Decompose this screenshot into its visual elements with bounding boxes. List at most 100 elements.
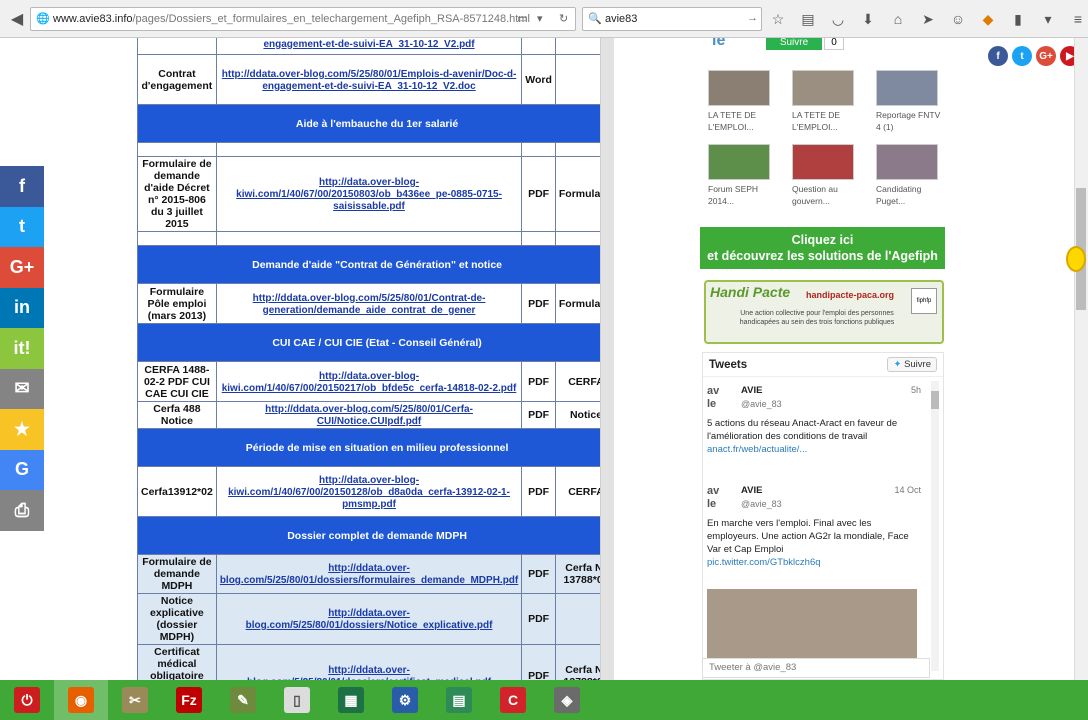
tweet-link[interactable]: pic.twitter.com/GTbklczh6q: [707, 557, 821, 568]
doc-download-link[interactable]: http://ddata.over-blog.com/5/25/80/01/Ce…: [265, 404, 473, 427]
filezilla-icon: Fz: [176, 687, 202, 713]
video-thumb[interactable]: Forum SEPH 2014...: [708, 144, 774, 207]
toolbar-icons: ☆ ▤ ◡ ⬇ ⌂ ➤ ☺ ◆ ▮ ▾ ≡: [768, 8, 1088, 30]
home-icon[interactable]: ⌂: [888, 8, 908, 30]
doc-link-cell: http://ddata.over-blog.com/5/25/80/01/do…: [215, 593, 523, 645]
taskbar-gimp[interactable]: ◈: [540, 680, 594, 720]
doc-type-cell: Formulaire: [554, 283, 600, 324]
video-thumb-caption: Forum SEPH 2014...: [708, 184, 759, 206]
video-thumb-caption: Candidating Puget...: [876, 184, 922, 206]
reader-icon[interactable]: ▭: [517, 12, 527, 25]
doc-download-link[interactable]: http://data.over-blog-kiwi.com/1/40/67/0…: [236, 177, 502, 212]
video-thumb-image: [792, 144, 854, 180]
doc-download-link[interactable]: engagement-et-de-suivi-EA_31-10-12_V2.pd…: [263, 39, 474, 50]
doc-download-link[interactable]: http://ddata.over-blog.com/5/25/80/01/Em…: [222, 69, 517, 92]
it-share-icon[interactable]: it!: [0, 328, 44, 369]
tweets-scroll-thumb[interactable]: [931, 391, 939, 409]
doc-name-cell: Formulaire de demande MDPH: [137, 554, 217, 594]
bookmark-star-icon[interactable]: ☆: [768, 8, 788, 30]
bookmarks-icon[interactable]: ▤: [798, 8, 818, 30]
tweet-compose-input[interactable]: Tweeter à @avie_83: [702, 658, 930, 678]
addon-icon[interactable]: ◆: [978, 8, 998, 30]
taskbar-firefox[interactable]: ◉: [54, 680, 108, 720]
google-plus-icon[interactable]: G+: [1036, 46, 1056, 66]
taskbar-document[interactable]: ▯: [270, 680, 324, 720]
google-plus-share-icon[interactable]: G+: [0, 247, 44, 288]
send-icon[interactable]: ➤: [918, 8, 938, 30]
video-thumb[interactable]: Candidating Puget...: [876, 144, 942, 207]
video-thumb-caption: Question au gouvern...: [792, 184, 838, 206]
table-row: Cerfa13912*02 http://data.over-blog-kiwi.…: [137, 466, 600, 517]
doc-name-cell: [137, 38, 217, 55]
taskbar-calculator[interactable]: ▤: [432, 680, 486, 720]
back-icon[interactable]: ◀: [4, 6, 30, 32]
share-bar: f t G+ in it! ✉ ★ G ⎙: [0, 166, 44, 531]
search-go-icon[interactable]: →: [747, 12, 758, 24]
email-share-icon[interactable]: ✉: [0, 368, 44, 409]
video-thumb-image: [708, 70, 770, 106]
hamburger-icon[interactable]: ≡: [1068, 8, 1088, 30]
doc-download-link[interactable]: http://ddata.over-blog.com/5/25/80/01/do…: [247, 665, 491, 680]
reload-icon[interactable]: ↻: [559, 12, 568, 25]
page-scrollbar[interactable]: [1074, 38, 1088, 680]
tweets-follow-button[interactable]: ✦ Suivre: [887, 357, 937, 372]
tweet-photo[interactable]: [707, 589, 917, 665]
facebook-share-icon[interactable]: f: [0, 166, 44, 207]
video-thumb-image: [876, 144, 938, 180]
video-thumb-caption: Reportage FNTV 4 (1): [876, 110, 941, 132]
video-thumb[interactable]: Question au gouvern...: [792, 144, 858, 207]
doc-link-cell: [215, 231, 523, 246]
social-follow-icons: f t G+ ▶ ◉: [988, 46, 1088, 66]
doc-download-link[interactable]: http://data.over-blog-kiwi.com/1/40/67/0…: [228, 475, 510, 510]
video-thumb-caption: LA TETE DE L'EMPLOI...: [708, 110, 757, 132]
tweet-body: 5 actions du réseau Anact-Aract en faveu…: [707, 417, 921, 456]
url-host: www.avie83.info: [53, 13, 133, 25]
taskbar-spreadsheet[interactable]: ▦: [324, 680, 378, 720]
url-bar[interactable]: 🌐 www.avie83.info/pages/Dossiers_et_form…: [30, 7, 576, 31]
agefiph-cta[interactable]: Cliquez ici et découvrez les solutions d…: [700, 227, 945, 269]
follow-button[interactable]: Suivre: [766, 38, 822, 50]
documents-table: engagement-et-de-suivi-EA_31-10-12_V2.pd…: [137, 38, 600, 680]
translate-share-icon[interactable]: G: [0, 449, 44, 490]
pocket-icon[interactable]: ◡: [828, 8, 848, 30]
power-icon: ⏻: [14, 687, 40, 713]
taskbar-power[interactable]: ⏻: [0, 680, 54, 720]
tweets-follow-label: Suivre: [904, 359, 931, 370]
follow-count: 0: [824, 38, 844, 50]
doc-type-cell: [554, 38, 600, 55]
taskbar-filezilla[interactable]: Fz: [162, 680, 216, 720]
linkedin-share-icon[interactable]: in: [0, 287, 44, 328]
twitter-icon[interactable]: t: [1012, 46, 1032, 66]
handipacte-banner[interactable]: Handi Pacte handipacte-paca.org fiphfp U…: [704, 280, 944, 344]
favorite-share-icon[interactable]: ★: [0, 409, 44, 450]
download-icon[interactable]: ⬇: [858, 8, 878, 30]
taskbar-editor[interactable]: ✎: [216, 680, 270, 720]
menu-icon[interactable]: ▾: [1038, 8, 1058, 30]
dropdown-icon[interactable]: ▾: [537, 12, 543, 25]
table-row: Notice explicative (dossier MDPH) http://…: [137, 593, 600, 645]
doc-download-link[interactable]: http://data.over-blog-kiwi.com/1/40/67/0…: [222, 371, 517, 394]
doc-download-link[interactable]: http://ddata.over-blog.com/5/25/80/01/Co…: [253, 293, 486, 316]
doc-format-cell: PDF: [521, 554, 556, 594]
video-thumb[interactable]: LA TETE DE L'EMPLOI...: [792, 70, 858, 133]
print-share-icon[interactable]: ⎙: [0, 490, 44, 531]
twitter-share-icon[interactable]: t: [0, 206, 44, 247]
video-thumb[interactable]: LA TETE DE L'EMPLOI...: [708, 70, 774, 133]
battery-icon[interactable]: ▮: [1008, 8, 1028, 30]
search-bar[interactable]: 🔍 avie83 →: [582, 7, 762, 31]
taskbar-ccleaner[interactable]: C: [486, 680, 540, 720]
facebook-icon[interactable]: f: [988, 46, 1008, 66]
doc-type-cell: Cerfa N° 13788*01: [554, 644, 600, 680]
taskbar-settings[interactable]: ⚙: [378, 680, 432, 720]
tweet-link[interactable]: anact.fr/web/actualite/...: [707, 444, 807, 455]
twitter-bird-icon: ✦: [893, 359, 902, 370]
doc-download-link[interactable]: http://ddata.over-blog.com/5/25/80/01/do…: [246, 608, 493, 631]
taskbar-tools[interactable]: ✂: [108, 680, 162, 720]
page-content: engagement-et-de-suivi-EA_31-10-12_V2.pd…: [0, 38, 1088, 680]
video-thumb[interactable]: Reportage FNTV 4 (1): [876, 70, 942, 133]
doc-link-cell: http://data.over-blog-kiwi.com/1/40/67/0…: [215, 156, 523, 232]
doc-format-cell: PDF: [521, 593, 556, 645]
doc-download-link[interactable]: http://ddata.over-blog.com/5/25/80/01/do…: [220, 563, 518, 586]
tweets-scrollbar[interactable]: [931, 381, 939, 671]
chat-icon[interactable]: ☺: [948, 8, 968, 30]
